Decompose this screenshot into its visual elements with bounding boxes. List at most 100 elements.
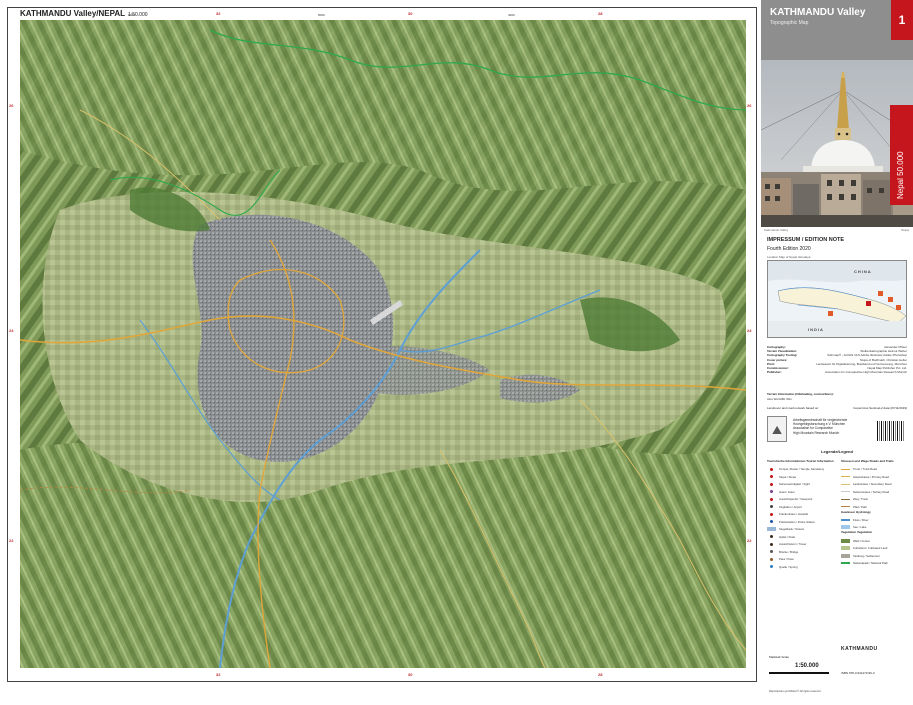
- grid-label-right: 22: [747, 538, 752, 543]
- legend-item: Sehenswürdigkeit / Sight: [767, 481, 839, 489]
- legend-item: Gipfel / Peak: [767, 533, 839, 541]
- legend-item-label: Kulturland / Cultivated Land: [853, 546, 888, 551]
- credit-row: Publisher: Association for Comparative Hi…: [767, 370, 907, 374]
- legend-item: Kulturland / Cultivated Land: [841, 544, 909, 552]
- legend-symbol-icon: [841, 561, 850, 566]
- legend-item: Wald / Forest: [841, 537, 909, 545]
- legend-symbol-icon: [841, 525, 850, 530]
- legend-symbol-icon: [767, 564, 776, 569]
- legend-heading: Legende/Legend: [821, 449, 853, 454]
- location-map-caption: Location Map of Nepal Himalaya: [767, 255, 811, 259]
- legend-item-label: Hauptstrasse / Primary Road: [853, 474, 889, 479]
- legend-item: Fluss / River: [841, 516, 909, 524]
- grid-label-left: 26: [9, 103, 14, 108]
- cover-photo-stupa: Nepal 50.000: [761, 60, 913, 227]
- legend-item-label: See / Lake: [853, 525, 867, 530]
- legend-column-left: Touristische Informationen Tourist Infor…: [767, 459, 839, 571]
- legend-symbol-icon: [841, 489, 850, 494]
- location-label-india: INDIA: [808, 327, 824, 332]
- grid-label-bottom: 30: [408, 672, 413, 677]
- legend-symbol-icon: [767, 467, 776, 472]
- legend-symbol-icon: [767, 489, 776, 494]
- location-sheet-box: [828, 311, 833, 316]
- map-svg: [20, 20, 746, 668]
- legend-item-label: Landstrasse / Secondary Road: [853, 482, 892, 487]
- legend-item-label: Quelle / Spring: [779, 564, 798, 569]
- grid-label-right: 26: [747, 103, 752, 108]
- publisher-text: Arbeitsgemeinschaft für vergleichende Ho…: [793, 418, 871, 435]
- legend-symbol-icon: [841, 474, 850, 479]
- impressum-heading: IMPRESSUM / EDITION NOTE: [767, 237, 845, 243]
- legend-item-label: Gipfel / Peak: [779, 534, 796, 539]
- legend-symbol-icon: [767, 557, 776, 562]
- photo-caption: Kathmandu Valley: [764, 228, 789, 232]
- legend-item-label: Aussichtsturm / Tower: [779, 542, 807, 547]
- barcode-icon: [876, 420, 906, 442]
- legend-group-title: Vegetation Vegetation: [841, 530, 873, 535]
- legend-item: Tempel, Kloster / Temple, Monastery: [767, 466, 839, 474]
- legend-item: Krankenhaus / Hospital: [767, 511, 839, 519]
- legend-item-label: Brücke / Bridge: [779, 549, 799, 554]
- grid-label-top: 28: [598, 11, 603, 16]
- legend-item: Hotel / Hotel: [767, 488, 839, 496]
- coord-label-top: 5000: [318, 13, 325, 17]
- publisher-block: ⛰ Arbeitsgemeinschaft für vergleichende …: [767, 414, 907, 446]
- legend-symbol-icon: [767, 474, 776, 479]
- location-sheet-box: [888, 297, 893, 302]
- legend-item-label: Aussichtspunkt / Viewpoint: [779, 497, 813, 502]
- legend-item-label: Sehenswürdigkeit / Sight: [779, 482, 810, 487]
- legend-item: Siedlung / Settlement: [841, 552, 909, 560]
- cover-subtitle: Topographic Map: [770, 20, 809, 26]
- legend-item: Brücke / Bridge: [767, 548, 839, 556]
- legend-group-title: Touristische Informationen Tourist Infor…: [767, 459, 834, 463]
- landcover-note: Landcover and road network based on:: [767, 406, 820, 410]
- isbn-code: ISBN 978-3-941279-99-3: [841, 671, 875, 675]
- location-sheet-box: [878, 291, 883, 296]
- grid-label-top: 32: [216, 11, 221, 16]
- scale-vertical-label: Nepal 50.000: [896, 151, 905, 199]
- location-sheet-box: [896, 305, 901, 310]
- legend-item-label: Polizeistation / Police Station: [779, 519, 815, 524]
- publisher-logo-icon: ⛰: [767, 416, 787, 442]
- grid-label-top: 30: [408, 11, 413, 16]
- grid-label-left: 22: [9, 538, 14, 543]
- scale-vertical-tab: Nepal 50.000: [890, 105, 913, 205]
- legend-item-label: Nebenstrasse / Tertiary Road: [853, 489, 890, 494]
- legend-symbol-icon: [767, 482, 776, 487]
- legend-item: Siegelbank / Stream: [767, 526, 839, 534]
- legend-item: Landstrasse / Secondary Road: [841, 481, 909, 489]
- location-map: CHINA INDIA: [767, 260, 907, 338]
- legend-symbol-icon: [841, 546, 850, 551]
- legend-symbol-icon: [767, 512, 776, 517]
- legend-item-label: Fluss / River: [853, 517, 869, 522]
- terrain-south-range: [20, 440, 746, 668]
- legend-item: Nebenstrasse / Tertiary Road: [841, 488, 909, 496]
- legend-item: Aussichtsturm / Tower: [767, 541, 839, 549]
- legend-symbol-icon: [841, 497, 850, 502]
- legend-symbol-icon: [767, 504, 776, 509]
- legend-item-label: Siedlung / Settlement: [853, 553, 880, 558]
- map-title-text: KATHMANDU Valley/NEPAL: [20, 9, 126, 18]
- topographic-map-canvas[interactable]: [20, 20, 746, 668]
- grid-label-left: 24: [9, 328, 14, 333]
- credits-block: Cartography: Alexander Pfister Terrain Vi…: [767, 345, 907, 374]
- side-panel: KATHMANDU Valley Topographic Map 1 Nepal…: [761, 0, 913, 705]
- terrain-source: Alos World3D 30m: [767, 397, 792, 401]
- terrain-note: Terrain Information (hillshading, contou…: [767, 392, 834, 396]
- location-highlight-box: [866, 301, 871, 306]
- legend-symbol-icon: [767, 497, 776, 502]
- legend-item: Flughafen / Airport: [767, 503, 839, 511]
- legend-symbol-icon: [767, 527, 776, 532]
- coord-label-top: 4000: [508, 13, 515, 17]
- legend-item: Nationalpark / National Park: [841, 559, 909, 567]
- cover-title: KATHMANDU Valley: [770, 7, 866, 18]
- legend-item-label: Pfad / Path: [853, 504, 867, 509]
- legend-column-right: Strassen und Wege Roads and Trails Trunk …: [841, 459, 909, 567]
- grid-label-right: 24: [747, 328, 752, 333]
- photo-credit: Stupa: [901, 228, 909, 232]
- legend-item-label: Siegelbank / Stream: [779, 527, 805, 532]
- legend-item: Stupa / Stupa: [767, 473, 839, 481]
- legend-symbol-icon: [841, 482, 850, 487]
- legend-item-label: Stupa / Stupa: [779, 474, 796, 479]
- legend-item: Quelle / Spring: [767, 563, 839, 571]
